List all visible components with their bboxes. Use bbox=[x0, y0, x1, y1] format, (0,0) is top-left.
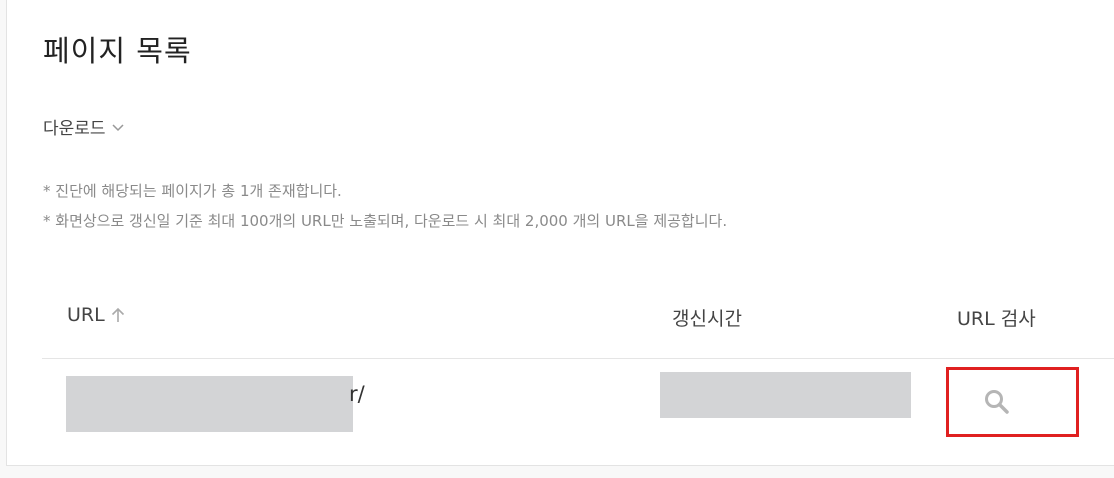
download-dropdown[interactable]: 다운로드 bbox=[43, 114, 124, 139]
url-inspect-button[interactable] bbox=[980, 385, 1014, 419]
download-label: 다운로드 bbox=[43, 119, 106, 139]
arrow-up-icon bbox=[111, 307, 124, 322]
redacted-updated-time bbox=[660, 372, 911, 418]
page-title: 페이지 목록 bbox=[43, 34, 192, 68]
search-icon bbox=[985, 390, 1009, 414]
redacted-url bbox=[66, 376, 353, 432]
column-updated[interactable]: 갱신시간 bbox=[672, 304, 742, 331]
chevron-down-icon bbox=[112, 123, 124, 131]
url-text-suffix[interactable]: r/ bbox=[349, 382, 365, 406]
column-inspect: URL 검사 bbox=[957, 308, 1036, 330]
column-url[interactable]: URL bbox=[67, 304, 125, 326]
notes: * 진단에 해당되는 페이지가 총 1개 존재합니다. * 화면상으로 갱신일 … bbox=[43, 176, 727, 236]
note-line: * 화면상으로 갱신일 기준 최대 100개의 URL만 노출되며, 다운로드 … bbox=[43, 212, 728, 230]
note-line: * 진단에 해당되는 페이지가 총 1개 존재합니다. bbox=[43, 182, 342, 200]
table-header: URL 갱신시간 URL 검사 bbox=[42, 300, 1114, 359]
column-url-label: URL bbox=[67, 304, 105, 326]
